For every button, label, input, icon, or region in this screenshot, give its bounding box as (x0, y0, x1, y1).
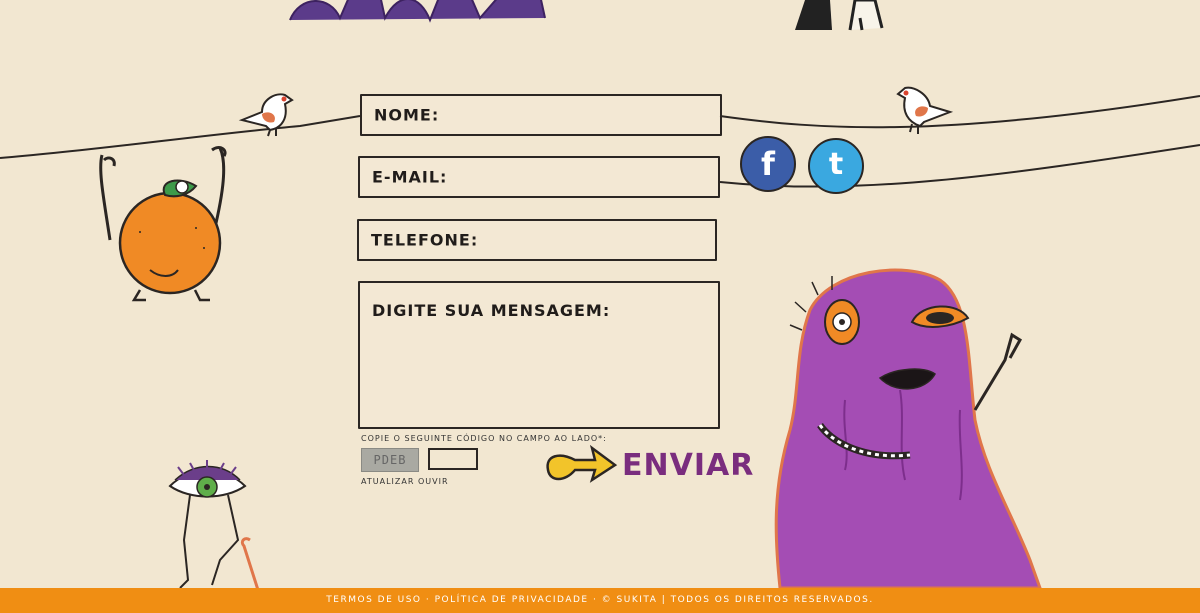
wire-right-upper (719, 95, 1200, 129)
phone-field[interactable]: TELEFONE: (357, 219, 717, 261)
captcha-input[interactable] (428, 448, 478, 470)
wire-left (0, 115, 361, 159)
facebook-button[interactable]: f (740, 136, 796, 192)
message-label: DIGITE SUA MENSAGEM: (372, 301, 611, 320)
footer-links[interactable]: TERMOS DE USO · POLÍTICA DE PRIVACIDADE … (0, 595, 1200, 605)
captcha-code: PDEB (373, 453, 407, 467)
orange-character-art (99, 146, 227, 302)
captcha-image: PDEB (361, 448, 419, 472)
email-label: E-MAIL: (372, 167, 448, 187)
send-button[interactable]: ENVIAR (622, 448, 754, 483)
email-field[interactable]: E-MAIL: (358, 156, 720, 198)
name-label: NOME: (374, 105, 440, 125)
captcha-refresh-link[interactable]: ATUALIZAR (361, 477, 414, 486)
title-fragment-art (289, 0, 546, 23)
purple-monster-art (774, 268, 1043, 590)
name-field[interactable]: NOME: (360, 94, 722, 136)
phone-label: TELEFONE: (371, 230, 479, 250)
captcha-instruction: COPIE O SEGUINTE CÓDIGO NO CAMPO AO LADO… (361, 434, 607, 443)
eye-creature-art (168, 460, 260, 591)
send-arrow-art (546, 444, 618, 483)
captcha-listen-link[interactable]: OUVIR (418, 477, 449, 486)
zebra-legs-art (795, 0, 884, 31)
twitter-button[interactable]: t (808, 138, 864, 194)
message-field[interactable]: DIGITE SUA MENSAGEM: (358, 281, 720, 429)
footer: TERMOS DE USO · POLÍTICA DE PRIVACIDADE … (0, 588, 1200, 613)
facebook-icon: f (761, 145, 775, 183)
twitter-icon: t (828, 147, 844, 182)
